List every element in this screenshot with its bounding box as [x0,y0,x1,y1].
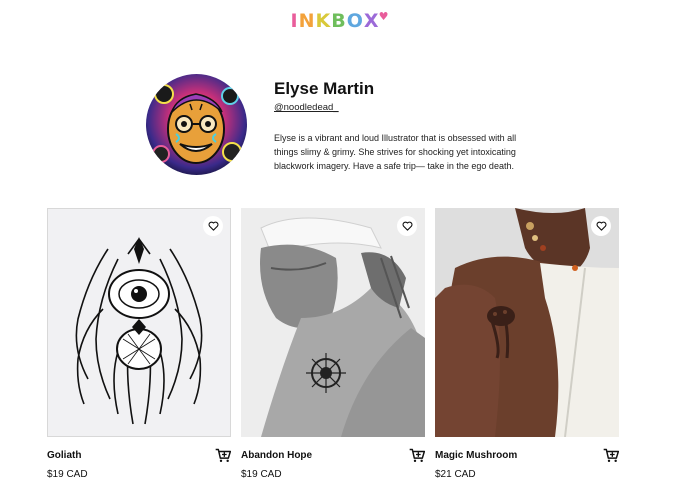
product-price: $19 CAD [47,469,88,480]
logo-letter: I [290,10,299,32]
product-price: $19 CAD [241,469,282,480]
product-image[interactable] [241,208,425,437]
product-title[interactable]: Abandon Hope [241,450,312,461]
logo-letter: O [346,10,364,32]
artist-bio: Elyse is a vibrant and loud Illustrator … [274,133,517,171]
product-title[interactable]: Magic Mushroom [435,450,517,461]
favorite-button[interactable] [203,216,223,236]
artist-name: Elyse Martin [274,79,375,98]
heart-outline-icon [402,221,412,231]
favorite-button[interactable] [591,216,611,236]
artist-handle-link[interactable]: @noodledead_ [274,102,339,113]
product-price: $21 CAD [435,469,476,480]
cart-add-icon [603,448,620,463]
product-image[interactable] [435,208,619,437]
product-card[interactable]: Abandon Hope $19 CAD [241,208,426,488]
heart-outline-icon [596,221,606,231]
logo-letter: N [298,10,316,32]
product-card[interactable]: Magic Mushroom $21 CAD [435,208,620,488]
favorite-button[interactable] [397,216,417,236]
product-card[interactable]: Goliath $19 CAD [47,208,232,488]
cart-add-icon [409,448,426,463]
logo-letter: B [331,10,347,32]
inkbox-logo[interactable]: INKBOX♥ [0,10,680,32]
heart-outline-icon [208,221,218,231]
artist-avatar [146,74,247,175]
logo-letter: K [315,10,332,32]
cart-add-icon [215,448,232,463]
logo-heart-icon: ♥ [378,10,390,23]
add-to-cart-button[interactable] [215,448,232,463]
product-title[interactable]: Goliath [47,450,81,461]
product-image[interactable] [47,208,231,437]
logo-letter: X [363,10,380,32]
add-to-cart-button[interactable] [409,448,426,463]
add-to-cart-button[interactable] [603,448,620,463]
